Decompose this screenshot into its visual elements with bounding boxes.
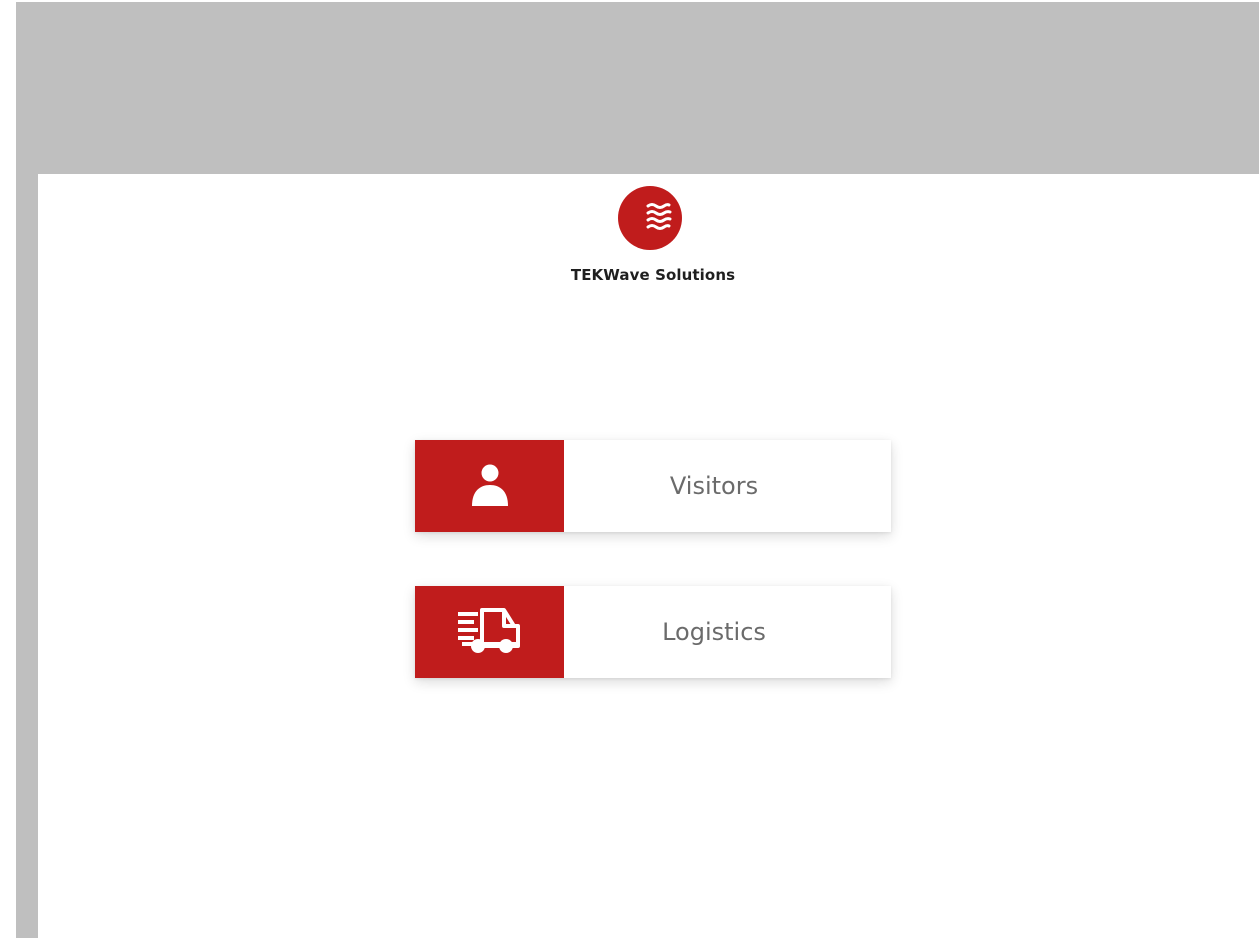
app-frame: TEKWave Solutions Visitors Logistics [0,0,1259,938]
left-bar [16,174,38,938]
delivery-truck-icon [415,586,564,678]
brand-name: TEKWave Solutions [570,266,736,284]
wave-circle-icon [618,186,682,250]
logistics-label: Logistics [662,618,766,646]
logistics-button[interactable]: Logistics [415,586,891,678]
visitors-label: Visitors [669,472,759,500]
top-bar [16,2,1259,174]
main-content: TEKWave Solutions Visitors Logistics [38,174,1259,938]
brand-header: TEKWave Solutions [38,186,1259,296]
outer-margin [0,0,16,938]
person-icon [415,440,564,532]
visitors-button[interactable]: Visitors [415,440,891,532]
